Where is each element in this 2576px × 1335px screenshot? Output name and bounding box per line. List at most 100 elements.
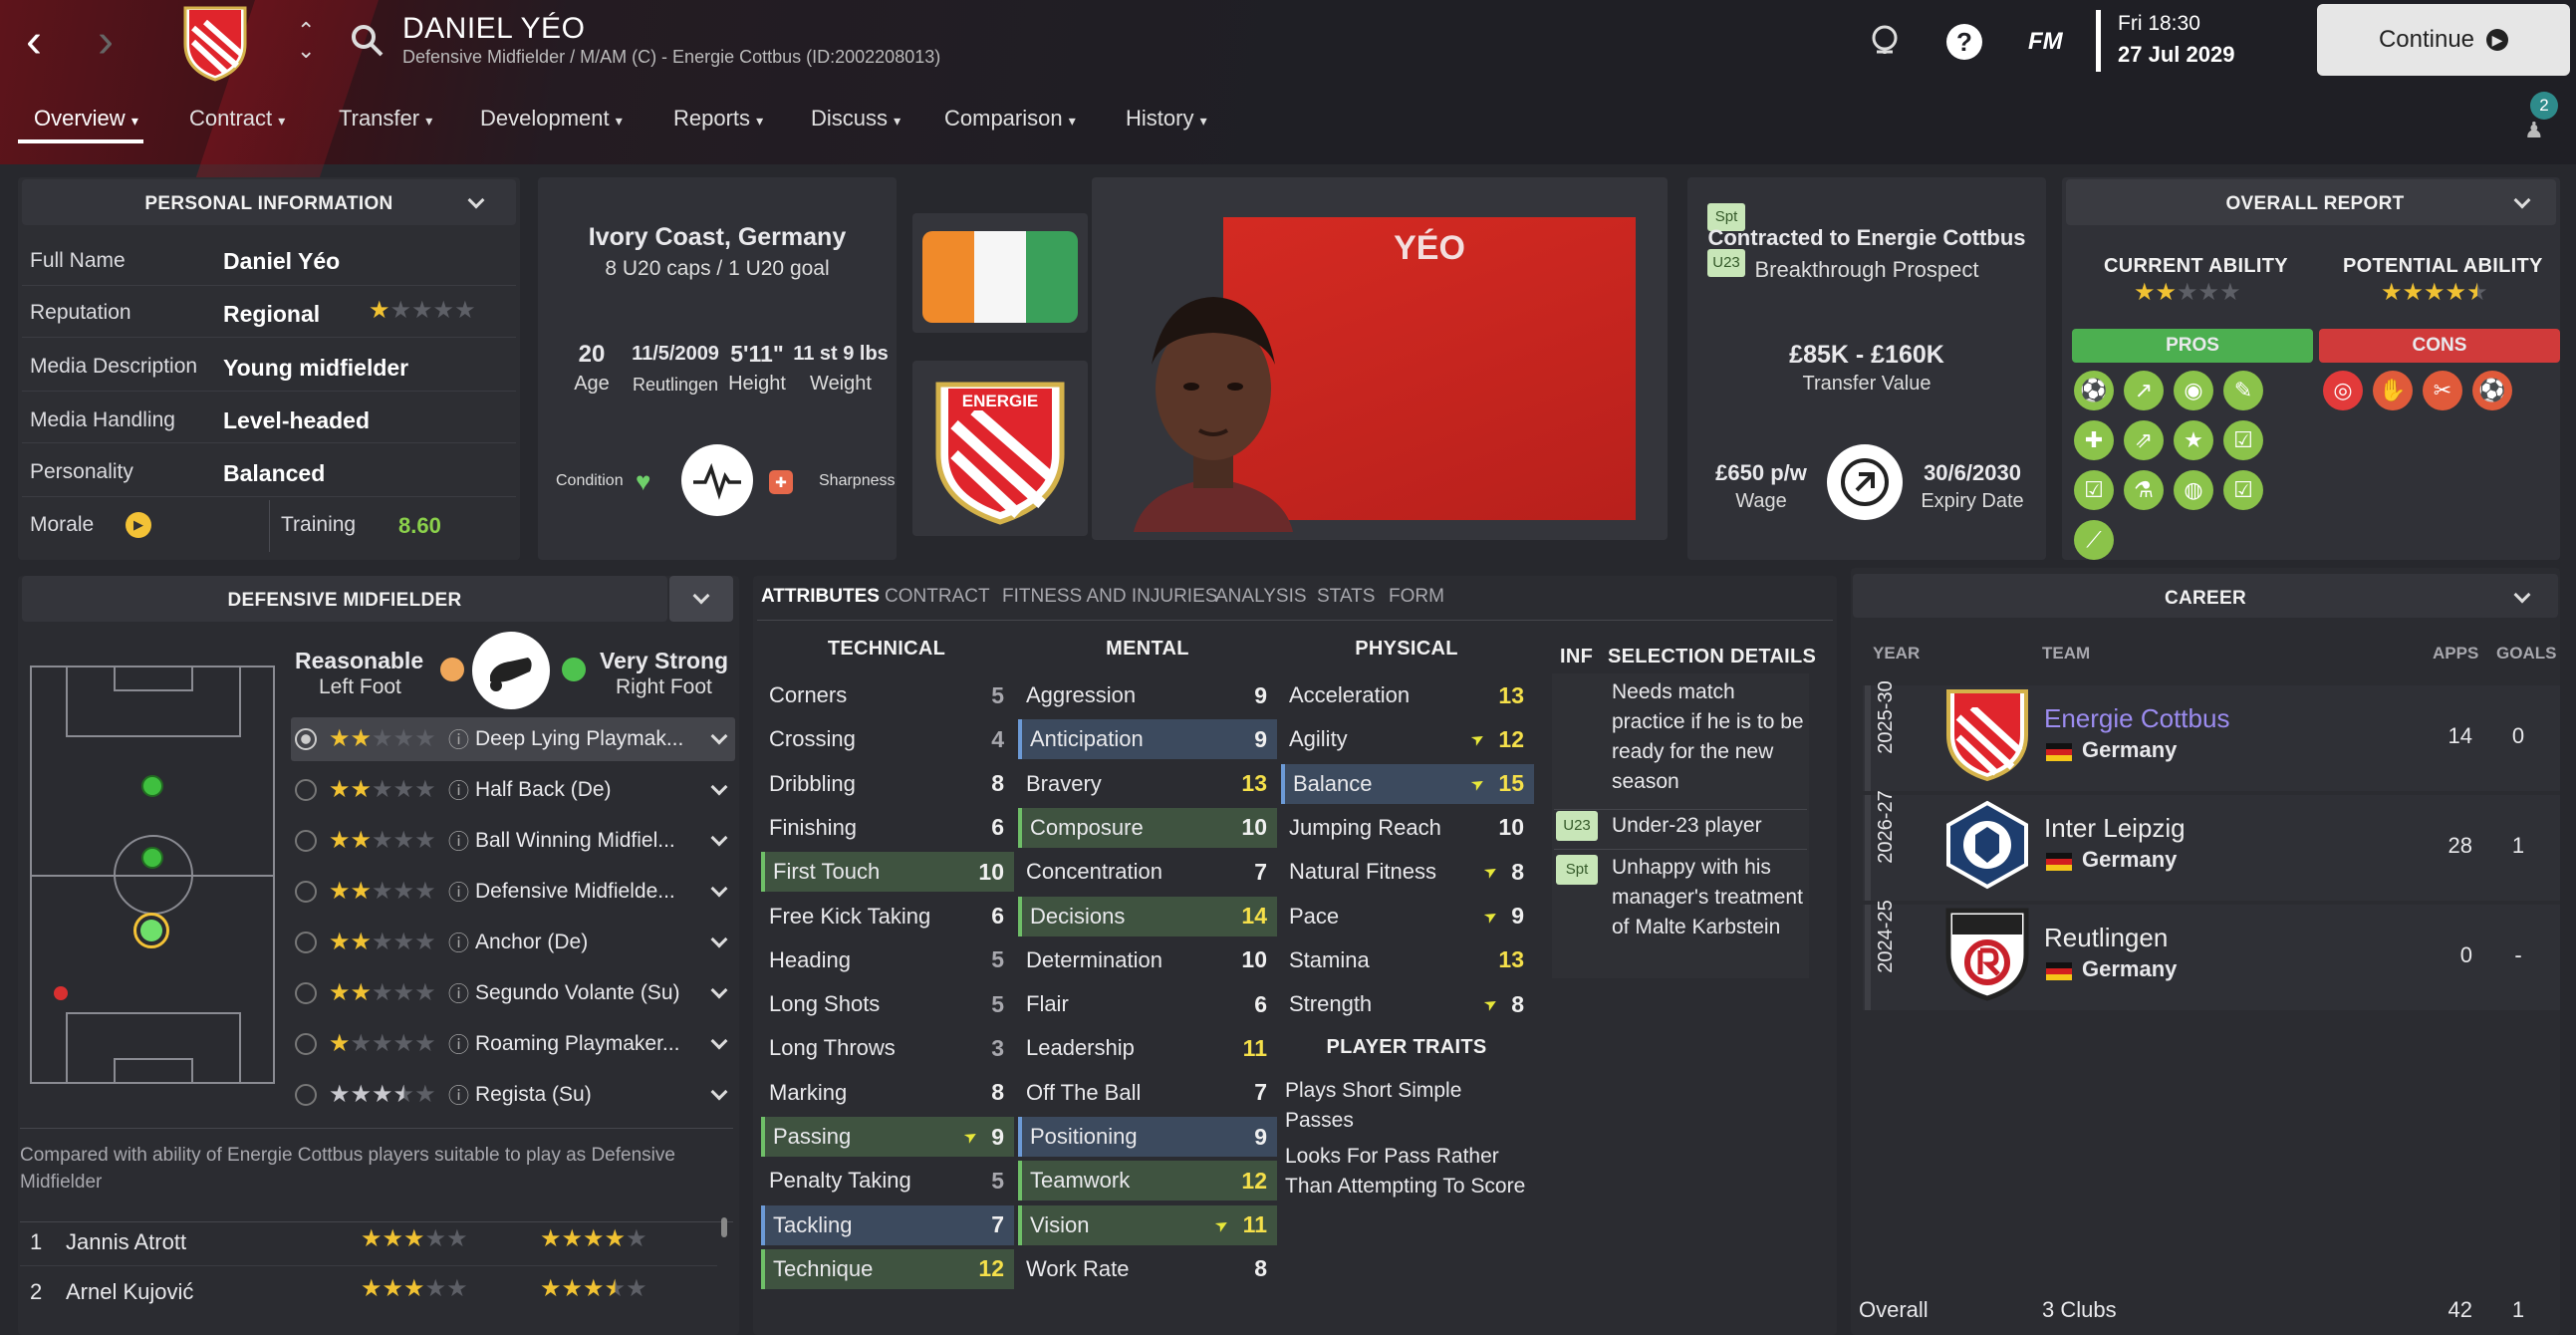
tab-transfer[interactable]: Transfer ▾ <box>339 106 432 132</box>
mental-attribute-row[interactable]: Positioning 9 <box>1018 1117 1277 1157</box>
mental-attribute-row[interactable]: Composure 10 <box>1018 807 1277 848</box>
chevron-down-icon[interactable] <box>710 880 728 898</box>
fitness-pulse-icon[interactable] <box>681 444 753 516</box>
continue-button[interactable]: Continue ▶ <box>2317 4 2570 76</box>
physical-attribute-row[interactable]: Stamina 13 <box>1281 940 1534 980</box>
bell-icon[interactable]: ♟ <box>2524 118 2544 143</box>
back-arrow-icon[interactable]: ‹ <box>14 18 54 66</box>
tab-development[interactable]: Development ▾ <box>480 106 623 132</box>
pro-trait-icon[interactable]: ☑ <box>2223 420 2263 460</box>
tab-attributes[interactable]: ATTRIBUTES <box>761 586 880 608</box>
mental-attribute-row[interactable]: Off The Ball 7 <box>1018 1073 1277 1113</box>
info-icon[interactable]: ⓘ <box>448 826 469 856</box>
physical-attribute-row[interactable]: Natural Fitness ➤ 8 <box>1281 852 1534 892</box>
tab-fitness[interactable]: FITNESS AND INJURIES <box>1002 586 1217 608</box>
pro-trait-icon[interactable]: ★ <box>2174 420 2213 460</box>
chevron-down-icon[interactable] <box>2513 586 2531 606</box>
technical-attribute-row[interactable]: Heading 5 <box>761 940 1014 980</box>
info-icon[interactable]: ⓘ <box>448 1029 469 1059</box>
role-radio[interactable] <box>295 932 317 953</box>
technical-attribute-row[interactable]: Marking 8 <box>761 1073 1014 1113</box>
fm-logo[interactable]: FM <box>2028 28 2063 56</box>
position-dot-dm[interactable] <box>141 775 163 797</box>
role-row[interactable]: ★★★★★ ⓘ Defensive Midfielde... <box>291 870 735 914</box>
forward-arrow-icon[interactable]: › <box>86 18 126 66</box>
chevron-down-icon[interactable] <box>710 1032 728 1050</box>
pro-trait-icon[interactable]: ☑ <box>2074 470 2114 510</box>
physical-attribute-row[interactable]: Pace ➤ 9 <box>1281 897 1534 936</box>
role-radio[interactable] <box>295 881 317 903</box>
mental-attribute-row[interactable]: Aggression 9 <box>1018 675 1277 715</box>
role-radio[interactable] <box>295 1033 317 1055</box>
supporter-badge[interactable]: Spt <box>1556 855 1598 885</box>
physical-attribute-row[interactable]: Acceleration 13 <box>1281 675 1534 715</box>
position-dropdown-button[interactable] <box>669 576 733 622</box>
chevron-down-icon[interactable] <box>710 1083 728 1101</box>
notification-badge[interactable]: 2 <box>2530 92 2558 120</box>
chevron-down-icon[interactable] <box>710 778 728 796</box>
con-trait-icon[interactable]: ◎ <box>2323 371 2363 410</box>
mental-attribute-row[interactable]: Bravery 13 <box>1018 764 1277 804</box>
position-dot-selected[interactable] <box>140 920 162 941</box>
technical-attribute-row[interactable]: Long Throws 3 <box>761 1028 1014 1068</box>
mental-attribute-row[interactable]: Determination 10 <box>1018 940 1277 980</box>
tab-discuss[interactable]: Discuss ▾ <box>811 106 901 132</box>
technical-attribute-row[interactable]: Penalty Taking 5 <box>761 1161 1014 1201</box>
morale-icon[interactable]: ▶ <box>126 512 151 538</box>
chevron-down-icon[interactable] <box>710 981 728 999</box>
pro-trait-icon[interactable]: ⟋ <box>2074 520 2114 560</box>
tab-analysis[interactable]: ANALYSIS <box>1215 586 1307 608</box>
technical-attribute-row[interactable]: Dribbling 8 <box>761 764 1014 804</box>
technical-attribute-row[interactable]: Free Kick Taking 6 <box>761 897 1014 936</box>
tab-comparison[interactable]: Comparison ▾ <box>944 106 1076 132</box>
tab-reports[interactable]: Reports ▾ <box>673 106 763 132</box>
tab-stats[interactable]: STATS <box>1317 586 1375 608</box>
mental-attribute-row[interactable]: Concentration 7 <box>1018 852 1277 892</box>
role-radio[interactable] <box>295 1084 317 1106</box>
contract-icon[interactable] <box>1827 444 1903 520</box>
scrollbar[interactable] <box>721 1217 727 1237</box>
role-radio[interactable] <box>295 830 317 852</box>
pro-trait-icon[interactable]: ⚽ <box>2074 371 2114 410</box>
u23-badge[interactable]: U23 <box>1556 811 1598 841</box>
career-team-link[interactable]: Inter Leipzig <box>2044 813 2186 844</box>
technical-attribute-row[interactable]: Corners 5 <box>761 675 1014 715</box>
tab-overview[interactable]: Overview ▾ <box>34 106 138 132</box>
role-row[interactable]: ★★★★★ ⓘ Regista (Su) <box>291 1073 735 1117</box>
position-dot-weak[interactable] <box>54 986 68 1000</box>
con-trait-icon[interactable]: ⚽ <box>2472 371 2512 410</box>
help-icon[interactable]: ? <box>1946 24 1982 60</box>
sort-down-icon[interactable]: ⌄ <box>297 38 315 64</box>
chevron-down-icon[interactable] <box>710 727 728 745</box>
tab-contract-sub[interactable]: CONTRACT <box>885 586 990 608</box>
technical-attribute-row[interactable]: First Touch 10 <box>761 852 1014 893</box>
career-team-link[interactable]: Reutlingen <box>2044 923 2168 953</box>
mental-attribute-row[interactable]: Anticipation 9 <box>1018 719 1277 760</box>
pro-trait-icon[interactable]: ◍ <box>2174 470 2213 510</box>
info-icon[interactable]: ⓘ <box>448 877 469 907</box>
info-icon[interactable]: ⓘ <box>448 1080 469 1110</box>
chevron-down-icon[interactable] <box>467 191 485 211</box>
tab-contract[interactable]: Contract ▾ <box>189 106 285 132</box>
chevron-down-icon[interactable] <box>710 829 728 847</box>
search-icon[interactable] <box>351 24 385 58</box>
mental-attribute-row[interactable]: Vision ➤ 11 <box>1018 1204 1277 1245</box>
info-icon[interactable]: ⓘ <box>448 775 469 805</box>
technical-attribute-row[interactable]: Passing ➤ 9 <box>761 1117 1014 1157</box>
mental-attribute-row[interactable]: Flair 6 <box>1018 984 1277 1024</box>
career-team-link[interactable]: Energie Cottbus <box>2044 703 2229 734</box>
pro-trait-icon[interactable]: ◉ <box>2174 371 2213 410</box>
chevron-down-icon[interactable] <box>710 931 728 948</box>
physical-attribute-row[interactable]: Agility ➤ 12 <box>1281 719 1534 759</box>
club-crest-icon[interactable] <box>179 4 251 82</box>
tab-form[interactable]: FORM <box>1389 586 1444 608</box>
chevron-down-icon[interactable] <box>2513 191 2531 211</box>
role-row[interactable]: ★★★★★ ⓘ Anchor (De) <box>291 921 735 964</box>
physical-attribute-row[interactable]: Jumping Reach 10 <box>1281 808 1534 848</box>
role-row[interactable]: ★★★★★ ⓘ Ball Winning Midfiel... <box>291 819 735 863</box>
tab-history[interactable]: History ▾ <box>1126 106 1207 132</box>
mental-attribute-row[interactable]: Decisions 14 <box>1018 896 1277 936</box>
club-badge-icon[interactable]: ENERGIE <box>930 379 1070 526</box>
role-row[interactable]: ★★★★★ ⓘ Deep Lying Playmak... <box>291 717 735 761</box>
technical-attribute-row[interactable]: Tackling 7 <box>761 1204 1014 1245</box>
